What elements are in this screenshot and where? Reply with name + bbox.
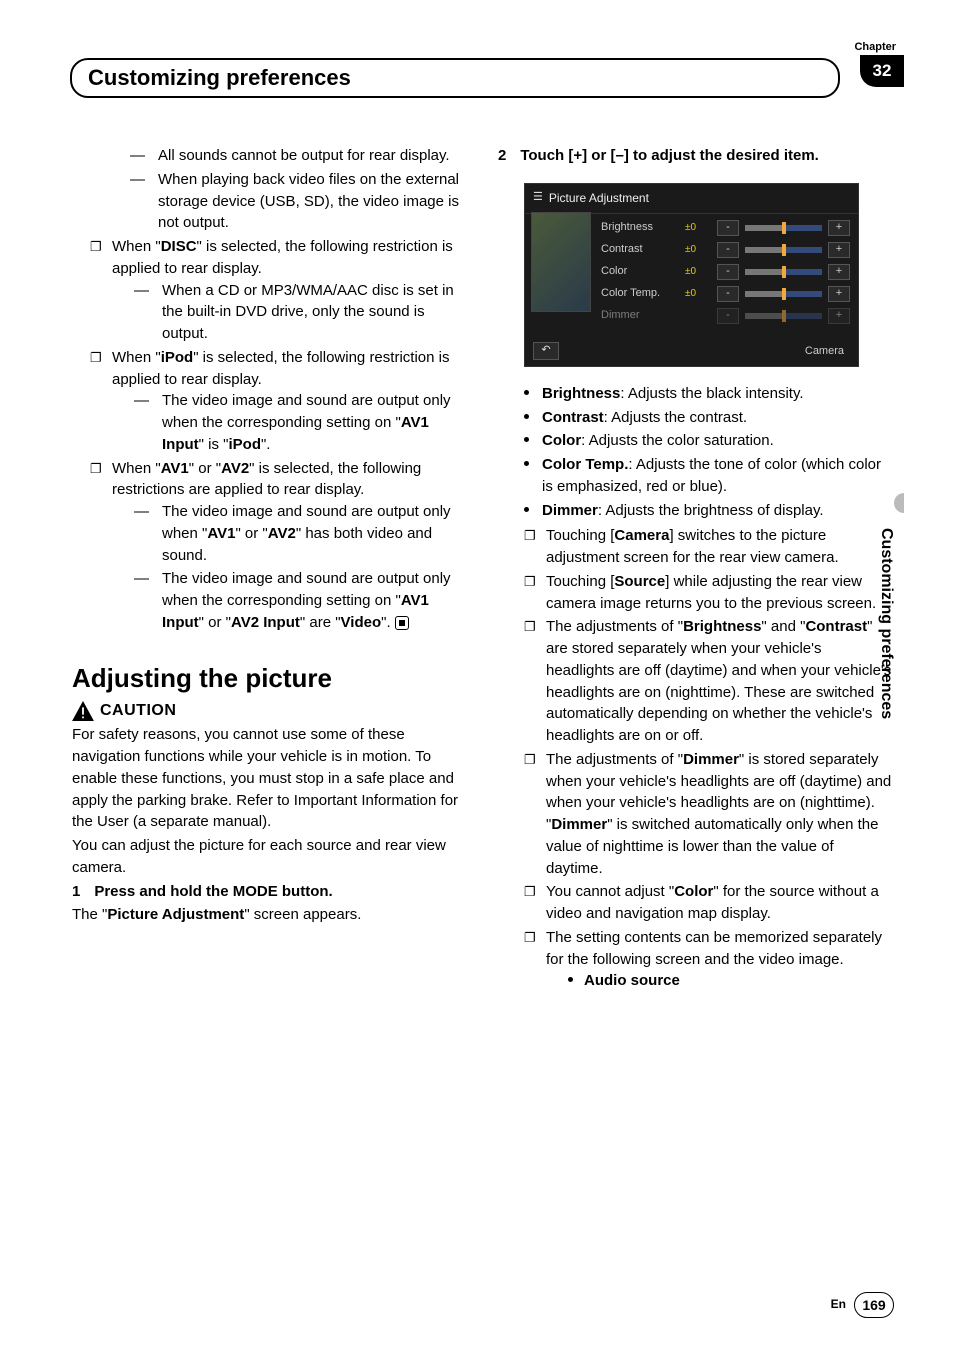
footer-lang: En bbox=[831, 1296, 846, 1313]
screenshot-row-contrast: Contrast ±0 - + bbox=[601, 242, 850, 258]
camera-button[interactable]: Camera bbox=[799, 342, 850, 362]
back-button[interactable]: ↶ bbox=[533, 342, 559, 360]
picture-adjustment-screenshot: ☰ Picture Adjustment Brightness ±0 - + C… bbox=[524, 183, 859, 367]
notes-box-list: Touching [Camera] switches to the pictur… bbox=[524, 525, 894, 992]
plus-button[interactable]: + bbox=[828, 242, 850, 258]
plus-button[interactable]: + bbox=[828, 220, 850, 236]
page-header: Chapter 32 Customizing preferences bbox=[0, 0, 954, 90]
screenshot-title: Picture Adjustment bbox=[549, 190, 649, 207]
caution-label: CAUTION bbox=[100, 699, 176, 722]
minus-button[interactable]: - bbox=[717, 286, 739, 302]
minus-button[interactable]: - bbox=[717, 308, 739, 324]
box-list: When "DISC" is selected, the following r… bbox=[90, 236, 468, 634]
dash-item: When a CD or MP3/WMA/AAC disc is set in … bbox=[134, 280, 468, 345]
dash-item: When playing back video files on the ext… bbox=[130, 169, 468, 234]
screenshot-row-brightness: Brightness ±0 - + bbox=[601, 220, 850, 236]
bullet-item: Color Temp.: Adjusts the tone of color (… bbox=[524, 454, 894, 498]
dash-item: The video image and sound are output onl… bbox=[134, 390, 468, 455]
page-title: Customizing preferences bbox=[70, 58, 840, 98]
minus-button[interactable]: - bbox=[717, 242, 739, 258]
warning-icon bbox=[72, 701, 94, 721]
footer: En 169 bbox=[831, 1292, 894, 1318]
caution-heading: CAUTION bbox=[72, 699, 468, 722]
plus-button[interactable]: + bbox=[828, 264, 850, 280]
minus-button[interactable]: - bbox=[717, 220, 739, 236]
right-column: 2Touch [+] or [–] to adjust the desired … bbox=[498, 145, 894, 994]
chapter-label: Chapter bbox=[854, 40, 896, 56]
bullet-item: Contrast: Adjusts the contrast. bbox=[524, 407, 894, 429]
box-item: The adjustments of "Dimmer" is stored se… bbox=[524, 749, 894, 880]
screenshot-row-color: Color ±0 - + bbox=[601, 264, 850, 280]
box-item: When "AV1" or "AV2" is selected, the fol… bbox=[90, 458, 468, 634]
step-1-body: The "Picture Adjustment" screen appears. bbox=[72, 904, 468, 926]
step-1-heading: 1Press and hold the MODE button. bbox=[72, 881, 468, 903]
plus-button[interactable]: + bbox=[828, 286, 850, 302]
bullet-item: Dimmer: Adjusts the brightness of displa… bbox=[524, 500, 894, 522]
screenshot-menu-icon: ☰ bbox=[533, 190, 543, 206]
section-heading: Adjusting the picture bbox=[72, 660, 468, 698]
box-item: The adjustments of "Brightness" and "Con… bbox=[524, 616, 894, 747]
left-column: All sounds cannot be output for rear dis… bbox=[72, 145, 468, 994]
bullet-item: Brightness: Adjusts the black intensity. bbox=[524, 383, 894, 405]
section-end-icon bbox=[395, 616, 409, 630]
box-item: When "DISC" is selected, the following r… bbox=[90, 236, 468, 345]
dash-item: The video image and sound are output onl… bbox=[134, 568, 468, 633]
dash-item: The video image and sound are output onl… bbox=[134, 501, 468, 566]
box-item: You cannot adjust "Color" for the source… bbox=[524, 881, 894, 925]
box-item: The setting contents can be memorized se… bbox=[524, 927, 894, 992]
caution-paragraph: For safety reasons, you cannot use some … bbox=[72, 724, 468, 833]
box-item: When "iPod" is selected, the following r… bbox=[90, 347, 468, 456]
box-item: Touching [Source] while adjusting the re… bbox=[524, 571, 894, 615]
screenshot-row-color-temp: Color Temp. ±0 - + bbox=[601, 286, 850, 302]
screenshot-row-dimmer: Dimmer - + bbox=[601, 308, 850, 324]
continuation-dash-list: All sounds cannot be output for rear dis… bbox=[130, 145, 468, 234]
dash-item: All sounds cannot be output for rear dis… bbox=[130, 145, 468, 167]
page-number: 169 bbox=[854, 1292, 894, 1318]
screenshot-preview-image bbox=[531, 212, 591, 312]
step-2-heading: 2Touch [+] or [–] to adjust the desired … bbox=[498, 145, 894, 167]
intro-paragraph: You can adjust the picture for each sour… bbox=[72, 835, 468, 879]
minus-button[interactable]: - bbox=[717, 264, 739, 280]
bullet-item: Color: Adjusts the color saturation. bbox=[524, 430, 894, 452]
adjustment-bullets: Brightness: Adjusts the black intensity.… bbox=[524, 383, 894, 522]
content-columns: All sounds cannot be output for rear dis… bbox=[0, 90, 954, 994]
chapter-number-tab: 32 bbox=[860, 55, 904, 87]
plus-button[interactable]: + bbox=[828, 308, 850, 324]
nested-bullet-item: Audio source bbox=[568, 970, 894, 992]
box-item: Touching [Camera] switches to the pictur… bbox=[524, 525, 894, 569]
